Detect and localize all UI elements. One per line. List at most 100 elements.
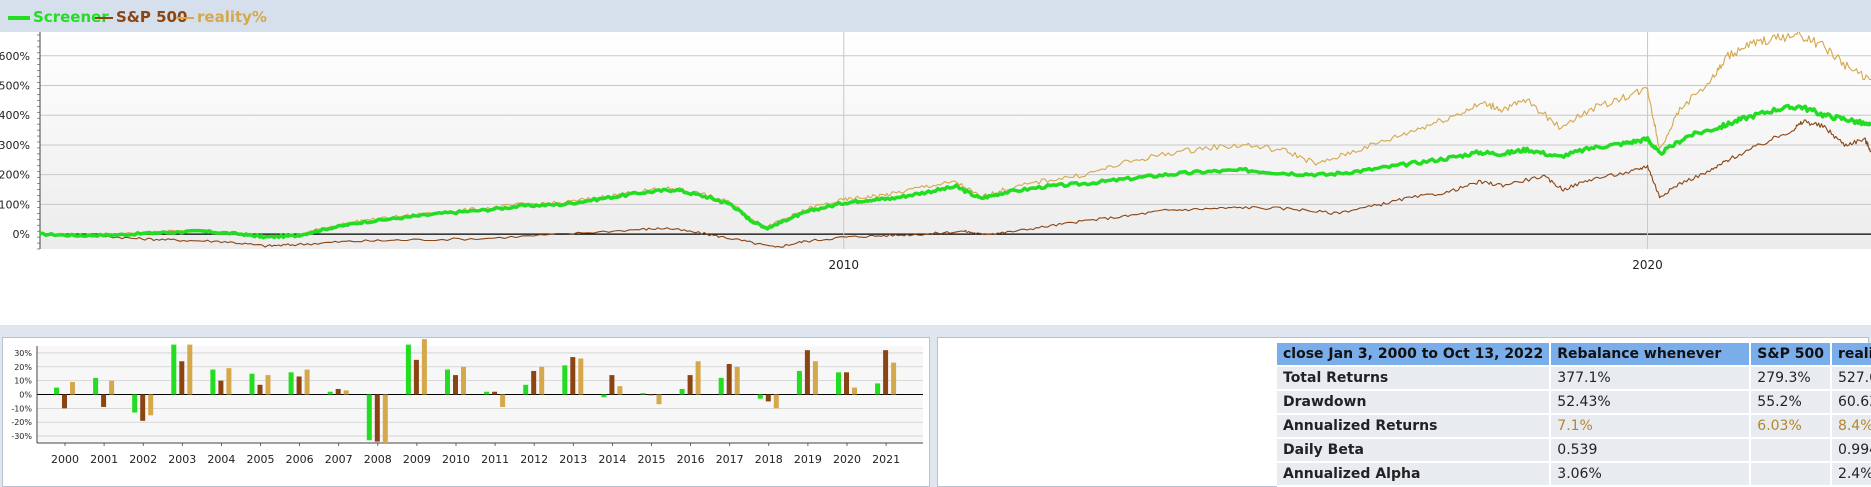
bar-x-tick-label: 2016 xyxy=(677,453,705,466)
bar-screener xyxy=(327,391,333,395)
stats-header-rebalance: Rebalance whenever xyxy=(1550,343,1752,367)
bar-sp500 xyxy=(570,357,576,395)
bar-sp500 xyxy=(726,364,732,395)
bar-y-tick-label: 20% xyxy=(14,363,32,372)
bar-x-tick-label: 2019 xyxy=(794,453,822,466)
legend-label-reality: reality% xyxy=(197,8,267,26)
stats-cell: 6.03% xyxy=(1750,414,1832,439)
bar-reality xyxy=(382,394,388,443)
bar-x-tick-label: 2003 xyxy=(168,453,196,466)
bar-x-tick-label: 2014 xyxy=(598,453,626,466)
y-tick-label: 600% xyxy=(0,50,30,63)
bar-screener xyxy=(640,393,646,395)
bar-sp500 xyxy=(883,350,889,395)
bar-screener xyxy=(484,391,490,395)
bar-screener xyxy=(796,370,802,395)
bar-sp500 xyxy=(765,394,771,402)
y-tick-label: 0% xyxy=(13,228,30,241)
bar-y-tick-label: 30% xyxy=(14,349,32,358)
bar-sp500 xyxy=(296,376,302,395)
bar-sp500 xyxy=(453,375,458,395)
bar-screener xyxy=(405,344,411,395)
stats-cell: 279.3% xyxy=(1750,366,1832,391)
bar-reality xyxy=(343,390,349,395)
bar-reality xyxy=(695,361,701,395)
stats-row-label: Annualized Returns xyxy=(1277,414,1552,439)
stats-row: Drawdown52.43%55.2%60.63% xyxy=(1277,390,1871,415)
bar-sp500 xyxy=(257,384,263,395)
bar-sp500 xyxy=(531,370,537,395)
statistics-panel: close Jan 3, 2000 to Oct 13, 2022 Rebala… xyxy=(937,337,1871,487)
stats-row: Daily Beta0.539 0.9941 xyxy=(1277,438,1871,463)
bar-x-tick-label: 2012 xyxy=(520,453,548,466)
bar-reality xyxy=(421,339,427,395)
statistics-table: close Jan 3, 2000 to Oct 13, 2022 Rebala… xyxy=(1277,343,1871,487)
bar-reality xyxy=(539,366,545,395)
bar-sp500 xyxy=(804,350,810,395)
annual-returns-bar-chart-panel: 30% 20% 10% 0% -10% -20% -30% 2000 2001 2002 2003 2… xyxy=(2,337,930,487)
main-line-chart-panel[interactable]: 0% 100% 200% 300% 400% 500% 600% 2010 2020 xyxy=(0,32,1871,325)
stats-cell: 8.4% xyxy=(1830,414,1871,439)
bar-y-tick-label: -10% xyxy=(11,404,32,413)
main-line-chart[interactable]: 0% 100% 200% 300% 400% 500% 600% 2010 2020 xyxy=(0,32,1871,325)
bar-x-tick-label: 2020 xyxy=(833,453,861,466)
y-tick-label: 500% xyxy=(0,80,30,93)
stats-cell: 60.63% xyxy=(1830,390,1871,415)
bar-screener xyxy=(757,394,763,399)
y-tick-label: 200% xyxy=(0,169,30,182)
bar-screener xyxy=(601,394,607,398)
stats-cell: 0.9941 xyxy=(1830,438,1871,463)
bar-x-tick-label: 2002 xyxy=(129,453,157,466)
bar-sp500 xyxy=(687,375,693,395)
stats-header-row: close Jan 3, 2000 to Oct 13, 2022 Rebala… xyxy=(1277,343,1871,367)
bar-screener xyxy=(875,383,881,395)
stats-cell xyxy=(1750,438,1832,463)
bar-sp500 xyxy=(101,394,107,407)
bar-screener xyxy=(54,387,59,395)
bar-reality xyxy=(656,394,662,405)
stats-row-label: Daily Beta xyxy=(1277,438,1552,463)
bar-x-tick-label: 2010 xyxy=(442,453,470,466)
bar-y-tick-label: 0% xyxy=(19,391,32,400)
bar-reality xyxy=(500,394,506,407)
bar-x-tick-label: 2015 xyxy=(638,453,666,466)
bar-sp500 xyxy=(62,394,67,409)
legend-item-reality[interactable]: reality% xyxy=(176,8,267,26)
bar-y-tick-label: 10% xyxy=(14,377,32,386)
bar-reality xyxy=(70,382,75,395)
bar-screener xyxy=(523,384,529,395)
bar-sp500 xyxy=(648,394,654,396)
bar-x-tick-label: 2007 xyxy=(325,453,353,466)
bar-reality xyxy=(773,394,779,409)
bar-y-tick-label: -20% xyxy=(11,418,32,427)
bar-sp500 xyxy=(140,394,146,421)
legend-item-sp500[interactable]: S&P 500 xyxy=(95,8,187,26)
stats-cell xyxy=(1750,462,1832,487)
stats-row: Total Returns377.1%279.3%527.6% xyxy=(1277,366,1871,391)
bar-x-tick-label: 2005 xyxy=(247,453,275,466)
bar-reality xyxy=(734,366,740,395)
stats-cell: 55.2% xyxy=(1750,390,1832,415)
legend-swatch-screener xyxy=(8,15,30,20)
bar-sp500 xyxy=(492,391,498,395)
y-tick-label: 100% xyxy=(0,198,30,211)
bar-reality xyxy=(852,387,857,395)
bar-x-tick-label: 2000 xyxy=(51,453,79,466)
bar-screener xyxy=(249,373,255,395)
stats-row-label: Total Returns xyxy=(1277,366,1552,391)
stats-cell: 377.1% xyxy=(1550,366,1752,391)
bar-sp500 xyxy=(374,394,380,442)
bar-x-tick-label: 2011 xyxy=(481,453,509,466)
legend-swatch-sp500 xyxy=(95,16,113,19)
bar-screener xyxy=(445,369,450,395)
bar-screener xyxy=(210,369,216,395)
bar-reality xyxy=(812,361,818,395)
bar-x-tick-label: 2021 xyxy=(872,453,900,466)
bar-sp500 xyxy=(218,380,224,395)
bar-y-tick-label: -30% xyxy=(11,432,32,441)
legend-item-screener[interactable]: Screener xyxy=(8,8,109,26)
bar-screener xyxy=(366,394,372,441)
y-tick-label: 400% xyxy=(0,109,30,122)
bar-x-tick-label: 2013 xyxy=(559,453,587,466)
stats-cell: 7.1% xyxy=(1550,414,1752,439)
